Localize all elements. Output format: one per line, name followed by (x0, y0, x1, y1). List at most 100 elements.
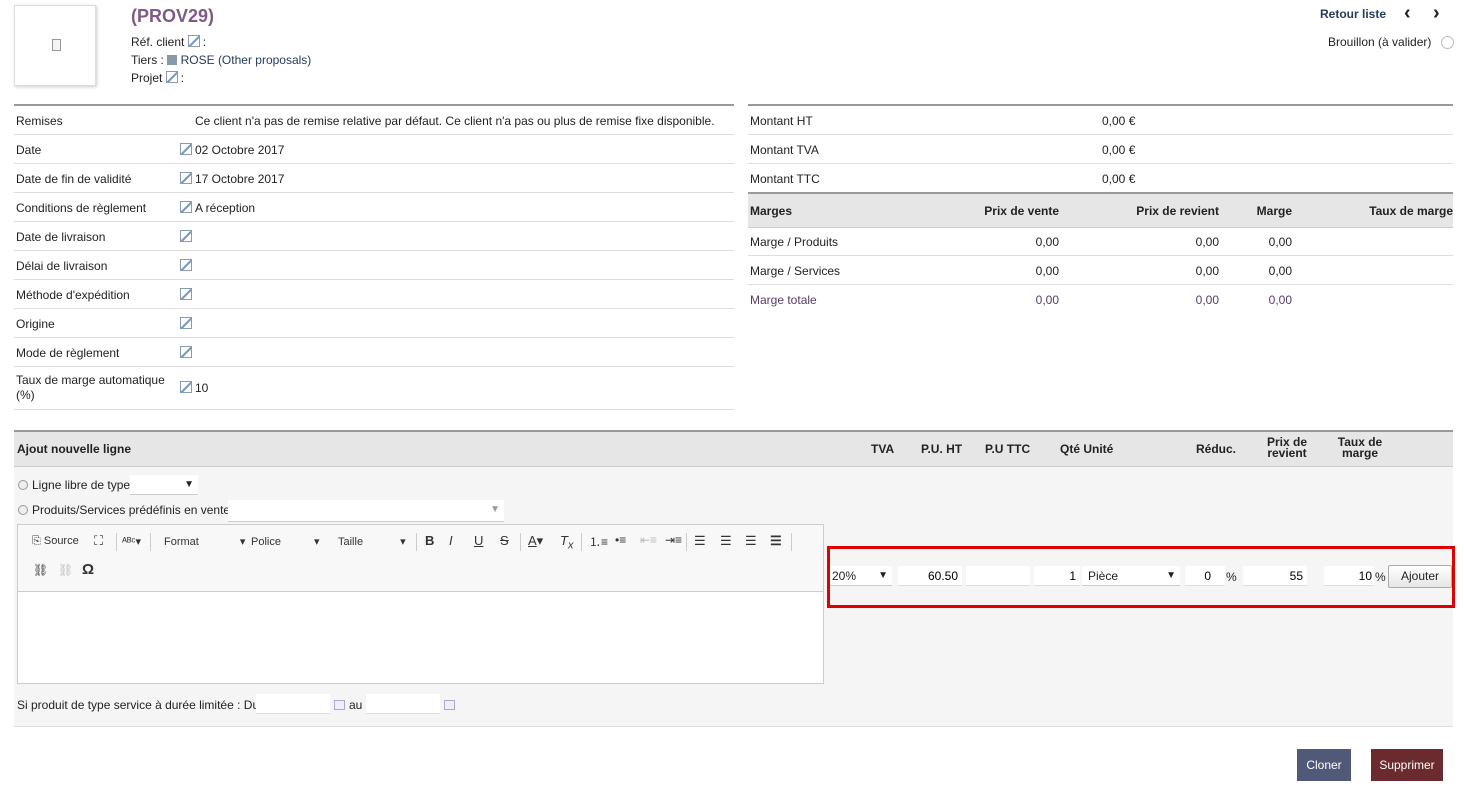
edit-icon[interactable] (180, 288, 192, 300)
margin-rate-input[interactable] (1324, 566, 1374, 586)
size-select[interactable]: Taille ▾ (338, 535, 406, 548)
remove-format-icon[interactable]: Tx (560, 533, 573, 552)
unlink-icon[interactable]: ⛓ (58, 563, 73, 577)
page-title: (PROV29) (131, 6, 215, 26)
header-cell: Marges (750, 204, 793, 218)
margin-cost: 0,00 (1195, 264, 1219, 278)
clone-button[interactable]: Cloner (1297, 749, 1351, 781)
outdent-icon[interactable]: ⇤≡ (640, 533, 657, 547)
edit-icon[interactable] (180, 346, 192, 358)
add-line-title: Ajout nouvelle ligne (17, 442, 132, 456)
date-from-input[interactable] (256, 694, 330, 714)
tiers-link[interactable]: ROSE (181, 53, 215, 67)
source-button[interactable]: ⎘ Source (32, 535, 79, 548)
cost-price-input[interactable] (1243, 566, 1307, 586)
add-line-header: Ajout nouvelle ligne TVA P.U. HT P.U TTC… (14, 432, 1453, 467)
field-row-shipping-method: Méthode d'expédition (14, 280, 734, 309)
underline-icon[interactable]: U (474, 533, 483, 548)
bullet-list-icon[interactable]: •≡ (615, 533, 626, 547)
date-to-input[interactable] (366, 694, 440, 714)
edit-icon[interactable] (187, 35, 200, 47)
edit-icon[interactable] (180, 381, 192, 393)
field-row-delivery-delay: Délai de livraison (14, 251, 734, 280)
police-label: Police (251, 536, 281, 548)
col-cost: Prix de revient (1260, 436, 1314, 459)
text-color-icon[interactable]: A▾ (528, 533, 543, 549)
justify-icon[interactable]: ☰ (770, 533, 782, 549)
col-pu-ttc: P.U TTC (985, 442, 1031, 456)
tiers-label: Tiers : (131, 53, 164, 67)
align-right-icon[interactable]: ☰ (745, 533, 757, 549)
free-line-option[interactable]: Ligne libre de type (18, 478, 130, 492)
amount-row-ht: Montant HT 0,00 € (748, 106, 1453, 135)
editor-content[interactable] (18, 592, 823, 683)
predefined-option[interactable]: Produits/Services prédéfinis en vente (18, 503, 230, 517)
amount-value: 0,00 € (1102, 172, 1136, 186)
calendar-icon[interactable] (444, 700, 455, 710)
format-select[interactable]: Format ▾ (164, 535, 245, 548)
reduc-input[interactable] (1185, 566, 1225, 586)
rate-unit: % (1375, 570, 1386, 584)
edit-icon[interactable] (180, 143, 192, 155)
field-label: Date (16, 143, 42, 157)
pu-ttc-input[interactable] (966, 566, 1030, 586)
field-value: 02 Octobre 2017 (195, 143, 285, 157)
field-label: Date de fin de validité (16, 172, 132, 186)
tva-select[interactable]: 20% ▼ (830, 566, 892, 586)
other-proposals-link[interactable]: (Other proposals) (218, 53, 311, 67)
free-line-type-select[interactable]: ▼ (130, 475, 198, 495)
status-label: Brouillon (à valider) (1328, 35, 1432, 49)
service-label: Si produit de type service à durée limit… (17, 698, 260, 712)
edit-icon[interactable] (180, 317, 192, 329)
document-icon (52, 39, 61, 51)
free-line-label: Ligne libre de type (32, 478, 131, 492)
col-qty: Qté Unité (1060, 442, 1114, 456)
edit-icon[interactable] (165, 71, 178, 83)
field-label: Taux de marge automatique (%) (16, 373, 165, 402)
col-tva: TVA (871, 442, 895, 456)
product-select[interactable]: ▼ (228, 500, 504, 522)
strike-icon[interactable]: S (500, 533, 509, 548)
align-left-icon[interactable]: ☰ (694, 533, 706, 549)
tiers-line: Tiers : ROSE (Other proposals) (131, 53, 311, 67)
service-to-label: au (349, 698, 363, 712)
font-select[interactable]: Police ▾ (251, 535, 320, 548)
field-row-validity: Date de fin de validité 17 Octobre 2017 (14, 164, 734, 193)
field-row-margin-rate: Taux de marge automatique (%) 10 (14, 367, 734, 410)
edit-icon[interactable] (180, 201, 192, 213)
next-arrow-icon[interactable]: › (1433, 2, 1440, 25)
editor-toolbar: ⎘ Source ⛶ ᴬᴮᶜ▾ Format ▾ Police ▾ Taille… (18, 525, 823, 592)
special-char-icon[interactable]: Ω (82, 561, 94, 578)
projet-suffix: : (180, 71, 185, 85)
header-cell: Marge (1256, 204, 1292, 218)
edit-icon[interactable] (180, 230, 192, 242)
proposal-thumbnail (14, 5, 96, 86)
spellcheck-icon[interactable]: ᴬᴮᶜ▾ (122, 535, 141, 548)
field-row-payment-mode: Mode de règlement (14, 338, 734, 367)
maximize-icon[interactable]: ⛶ (94, 533, 103, 549)
indent-icon[interactable]: ⇥≡ (665, 533, 682, 547)
numbered-list-icon[interactable]: ⒈≡ (589, 533, 608, 550)
radio-predefined[interactable] (18, 505, 28, 515)
left-fields-table: Remises Ce client n'a pas de remise rela… (14, 104, 734, 410)
link-icon[interactable]: ⛓ (33, 563, 48, 577)
margin-value: 0,00 (1268, 264, 1292, 278)
delete-button[interactable]: Supprimer (1371, 749, 1443, 781)
edit-icon[interactable] (180, 259, 192, 271)
edit-icon[interactable] (180, 172, 192, 184)
amount-row-ttc: Montant TTC 0,00 € (748, 164, 1453, 193)
unit-select[interactable]: Pièce ▼ (1082, 566, 1180, 586)
radio-free-line[interactable] (18, 480, 28, 490)
pu-ht-input[interactable] (898, 566, 962, 586)
back-list-link[interactable]: Retour liste (1320, 7, 1386, 21)
field-label: Remises (16, 114, 63, 128)
italic-icon[interactable]: I (449, 533, 453, 548)
prev-arrow-icon[interactable]: ‹ (1404, 2, 1411, 25)
align-center-icon[interactable]: ☰ (720, 533, 732, 549)
add-button[interactable]: Ajouter (1388, 565, 1452, 588)
calendar-icon[interactable] (334, 700, 345, 710)
qty-input[interactable] (1034, 566, 1080, 586)
bold-icon[interactable]: B (425, 533, 434, 548)
amounts-table: Montant HT 0,00 € Montant TVA 0,00 € Mon… (748, 104, 1453, 193)
description-editor[interactable]: ⎘ Source ⛶ ᴬᴮᶜ▾ Format ▾ Police ▾ Taille… (17, 524, 824, 684)
